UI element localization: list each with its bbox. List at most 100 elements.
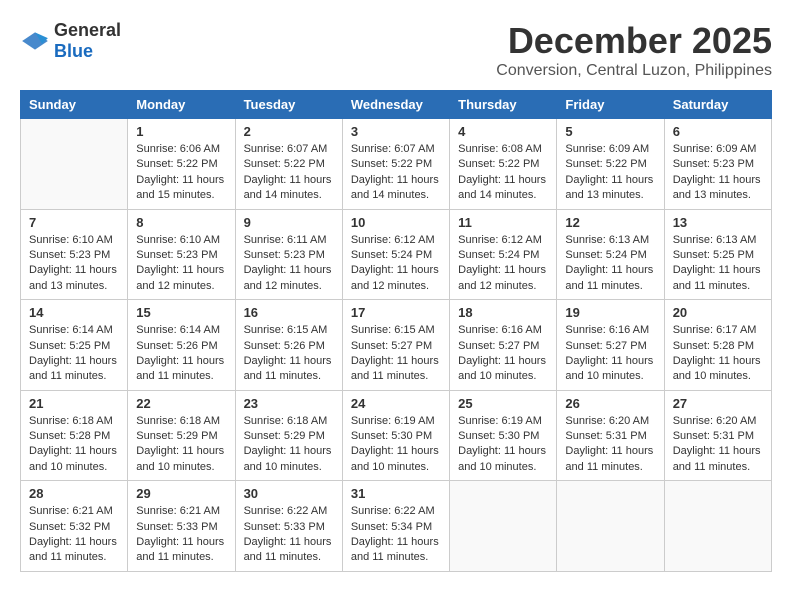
day-number: 10	[351, 215, 441, 230]
day-number: 6	[673, 124, 763, 139]
day-number: 24	[351, 396, 441, 411]
calendar-cell: 19 Sunrise: 6:16 AMSunset: 5:27 PMDayligh…	[557, 300, 664, 391]
calendar-cell: 18 Sunrise: 6:16 AMSunset: 5:27 PMDayligh…	[450, 300, 557, 391]
day-number: 19	[565, 305, 655, 320]
day-number: 21	[29, 396, 119, 411]
calendar-header-row: SundayMondayTuesdayWednesdayThursdayFrid…	[21, 91, 772, 119]
calendar-cell: 7 Sunrise: 6:10 AMSunset: 5:23 PMDaylight…	[21, 209, 128, 300]
month-title: December 2025	[496, 20, 772, 62]
day-number: 1	[136, 124, 226, 139]
day-number: 30	[244, 486, 334, 501]
calendar-cell	[21, 119, 128, 210]
day-number: 25	[458, 396, 548, 411]
day-info: Sunrise: 6:22 AMSunset: 5:33 PMDaylight:…	[244, 504, 334, 566]
day-info: Sunrise: 6:07 AMSunset: 5:22 PMDaylight:…	[244, 142, 334, 204]
calendar-cell: 3 Sunrise: 6:07 AMSunset: 5:22 PMDaylight…	[342, 119, 449, 210]
logo: General Blue	[20, 20, 121, 62]
day-number: 23	[244, 396, 334, 411]
day-info: Sunrise: 6:14 AMSunset: 5:25 PMDaylight:…	[29, 323, 119, 385]
day-info: Sunrise: 6:11 AMSunset: 5:23 PMDaylight:…	[244, 233, 334, 295]
logo-icon	[20, 31, 50, 51]
calendar-cell: 5Sunrise: 6:09 AMSunset: 5:22 PMDaylight…	[557, 119, 664, 210]
day-info: Sunrise: 6:16 AMSunset: 5:27 PMDaylight:…	[458, 323, 548, 385]
calendar-cell: 29 Sunrise: 6:21 AMSunset: 5:33 PMDayligh…	[128, 481, 235, 572]
day-number: 13	[673, 215, 763, 230]
day-number: 28	[29, 486, 119, 501]
calendar-cell: 11Sunrise: 6:12 AMSunset: 5:24 PMDayligh…	[450, 209, 557, 300]
calendar-cell: 28Sunrise: 6:21 AMSunset: 5:32 PMDayligh…	[21, 481, 128, 572]
day-info: Sunrise: 6:14 AMSunset: 5:26 PMDaylight:…	[136, 323, 226, 385]
calendar-cell: 13 Sunrise: 6:13 AMSunset: 5:25 PMDayligh…	[664, 209, 771, 300]
calendar-cell: 22Sunrise: 6:18 AMSunset: 5:29 PMDayligh…	[128, 390, 235, 481]
column-header-wednesday: Wednesday	[342, 91, 449, 119]
column-header-saturday: Saturday	[664, 91, 771, 119]
day-number: 3	[351, 124, 441, 139]
calendar-week-row: 1 Sunrise: 6:06 AMSunset: 5:22 PMDaylight…	[21, 119, 772, 210]
day-info: Sunrise: 6:18 AMSunset: 5:29 PMDaylight:…	[244, 414, 334, 476]
day-info: Sunrise: 6:20 AMSunset: 5:31 PMDaylight:…	[565, 414, 655, 476]
day-number: 17	[351, 305, 441, 320]
column-header-monday: Monday	[128, 91, 235, 119]
calendar-cell: 10 Sunrise: 6:12 AMSunset: 5:24 PMDayligh…	[342, 209, 449, 300]
logo-blue-text: Blue	[54, 41, 93, 61]
calendar-cell: 2 Sunrise: 6:07 AMSunset: 5:22 PMDaylight…	[235, 119, 342, 210]
calendar-cell: 6 Sunrise: 6:09 AMSunset: 5:23 PMDaylight…	[664, 119, 771, 210]
title-section: December 2025 Conversion, Central Luzon,…	[496, 20, 772, 80]
logo-general-text: General	[54, 20, 121, 40]
day-number: 9	[244, 215, 334, 230]
day-number: 20	[673, 305, 763, 320]
day-info: Sunrise: 6:12 AMSunset: 5:24 PMDaylight:…	[351, 233, 441, 295]
day-number: 27	[673, 396, 763, 411]
calendar-week-row: 7 Sunrise: 6:10 AMSunset: 5:23 PMDaylight…	[21, 209, 772, 300]
calendar-cell: 8 Sunrise: 6:10 AMSunset: 5:23 PMDaylight…	[128, 209, 235, 300]
calendar-week-row: 21 Sunrise: 6:18 AMSunset: 5:28 PMDayligh…	[21, 390, 772, 481]
calendar-cell	[557, 481, 664, 572]
day-number: 31	[351, 486, 441, 501]
calendar-cell: 12Sunrise: 6:13 AMSunset: 5:24 PMDayligh…	[557, 209, 664, 300]
day-info: Sunrise: 6:21 AMSunset: 5:33 PMDaylight:…	[136, 504, 226, 566]
calendar-cell: 15Sunrise: 6:14 AMSunset: 5:26 PMDayligh…	[128, 300, 235, 391]
day-info: Sunrise: 6:22 AMSunset: 5:34 PMDaylight:…	[351, 504, 441, 566]
calendar-cell: 1 Sunrise: 6:06 AMSunset: 5:22 PMDaylight…	[128, 119, 235, 210]
day-number: 12	[565, 215, 655, 230]
day-number: 7	[29, 215, 119, 230]
day-number: 16	[244, 305, 334, 320]
calendar-cell: 25 Sunrise: 6:19 AMSunset: 5:30 PMDayligh…	[450, 390, 557, 481]
day-info: Sunrise: 6:13 AMSunset: 5:25 PMDaylight:…	[673, 233, 763, 295]
day-info: Sunrise: 6:09 AMSunset: 5:23 PMDaylight:…	[673, 142, 763, 204]
calendar-cell: 24 Sunrise: 6:19 AMSunset: 5:30 PMDayligh…	[342, 390, 449, 481]
calendar-cell	[450, 481, 557, 572]
day-info: Sunrise: 6:10 AMSunset: 5:23 PMDaylight:…	[29, 233, 119, 295]
calendar-cell: 20 Sunrise: 6:17 AMSunset: 5:28 PMDayligh…	[664, 300, 771, 391]
calendar-week-row: 28Sunrise: 6:21 AMSunset: 5:32 PMDayligh…	[21, 481, 772, 572]
day-info: Sunrise: 6:15 AMSunset: 5:27 PMDaylight:…	[351, 323, 441, 385]
day-number: 5	[565, 124, 655, 139]
day-number: 8	[136, 215, 226, 230]
day-info: Sunrise: 6:16 AMSunset: 5:27 PMDaylight:…	[565, 323, 655, 385]
calendar-cell: 16 Sunrise: 6:15 AMSunset: 5:26 PMDayligh…	[235, 300, 342, 391]
day-number: 4	[458, 124, 548, 139]
day-info: Sunrise: 6:10 AMSunset: 5:23 PMDaylight:…	[136, 233, 226, 295]
day-info: Sunrise: 6:17 AMSunset: 5:28 PMDaylight:…	[673, 323, 763, 385]
calendar-cell: 4Sunrise: 6:08 AMSunset: 5:22 PMDaylight…	[450, 119, 557, 210]
calendar-cell	[664, 481, 771, 572]
day-number: 29	[136, 486, 226, 501]
day-info: Sunrise: 6:06 AMSunset: 5:22 PMDaylight:…	[136, 142, 226, 204]
column-header-thursday: Thursday	[450, 91, 557, 119]
column-header-tuesday: Tuesday	[235, 91, 342, 119]
calendar-cell: 31 Sunrise: 6:22 AMSunset: 5:34 PMDayligh…	[342, 481, 449, 572]
day-info: Sunrise: 6:12 AMSunset: 5:24 PMDaylight:…	[458, 233, 548, 295]
day-info: Sunrise: 6:15 AMSunset: 5:26 PMDaylight:…	[244, 323, 334, 385]
day-info: Sunrise: 6:19 AMSunset: 5:30 PMDaylight:…	[458, 414, 548, 476]
calendar-week-row: 14Sunrise: 6:14 AMSunset: 5:25 PMDayligh…	[21, 300, 772, 391]
day-number: 18	[458, 305, 548, 320]
calendar-table: SundayMondayTuesdayWednesdayThursdayFrid…	[20, 90, 772, 572]
calendar-cell: 14Sunrise: 6:14 AMSunset: 5:25 PMDayligh…	[21, 300, 128, 391]
day-info: Sunrise: 6:07 AMSunset: 5:22 PMDaylight:…	[351, 142, 441, 204]
column-header-sunday: Sunday	[21, 91, 128, 119]
day-info: Sunrise: 6:20 AMSunset: 5:31 PMDaylight:…	[673, 414, 763, 476]
calendar-cell: 26Sunrise: 6:20 AMSunset: 5:31 PMDayligh…	[557, 390, 664, 481]
day-number: 2	[244, 124, 334, 139]
day-info: Sunrise: 6:19 AMSunset: 5:30 PMDaylight:…	[351, 414, 441, 476]
day-info: Sunrise: 6:18 AMSunset: 5:28 PMDaylight:…	[29, 414, 119, 476]
